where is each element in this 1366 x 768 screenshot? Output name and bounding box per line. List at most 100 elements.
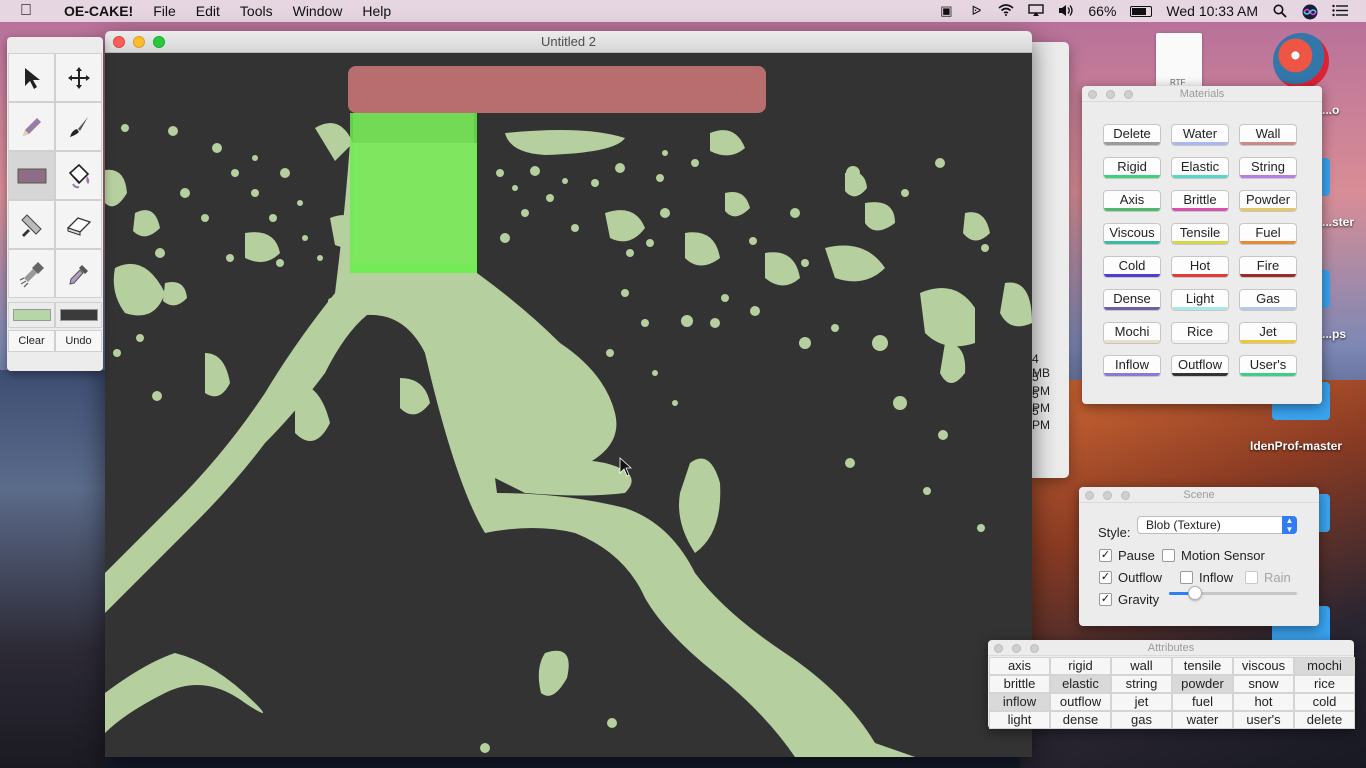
desktop-icon-label[interactable]: ...ps <box>1322 327 1346 341</box>
menu-tools[interactable]: Tools <box>230 3 283 19</box>
material-button-gas[interactable]: Gas <box>1239 289 1297 311</box>
attribute-toggle-gas[interactable]: gas <box>1111 711 1172 729</box>
apple-icon[interactable]:  <box>20 2 42 20</box>
attribute-toggle-rice[interactable]: rice <box>1294 675 1355 693</box>
battery-icon[interactable] <box>1130 5 1153 17</box>
attribute-toggle-rigid[interactable]: rigid <box>1050 657 1111 675</box>
rectangle-tool-button[interactable] <box>8 151 55 200</box>
material-button-dense[interactable]: Dense <box>1103 289 1161 311</box>
panel-zoom-button[interactable] <box>1030 644 1039 653</box>
material-button-viscous[interactable]: Viscous <box>1103 223 1161 245</box>
notification-center-icon[interactable] <box>1332 4 1348 18</box>
material-button-mochi[interactable]: Mochi <box>1103 322 1161 344</box>
cube-icon[interactable]: ▣ <box>938 4 954 18</box>
style-select[interactable]: Blob (Texture) ▲ ▼ <box>1137 516 1297 534</box>
app-orb-icon[interactable] <box>1273 33 1329 89</box>
clear-button[interactable]: Clear <box>8 330 55 352</box>
volume-icon[interactable] <box>1058 4 1074 18</box>
attribute-toggle-brittle[interactable]: brittle <box>989 675 1050 693</box>
search-icon[interactable] <box>1272 4 1288 18</box>
materials-panel-titlebar[interactable]: Materials <box>1082 86 1322 102</box>
close-button[interactable] <box>113 36 125 48</box>
panel-minimize-button[interactable] <box>1103 491 1112 500</box>
outflow-checkbox[interactable]: ✓ Outflow <box>1099 570 1162 585</box>
pencil-tool-button[interactable] <box>8 102 55 151</box>
material-button-users[interactable]: User's <box>1239 355 1297 377</box>
material-button-rigid[interactable]: Rigid <box>1103 157 1161 179</box>
material-button-fire[interactable]: Fire <box>1239 256 1297 278</box>
material-button-brittle[interactable]: Brittle <box>1171 190 1229 212</box>
attribute-toggle-powder[interactable]: powder <box>1172 675 1233 693</box>
attribute-toggle-dense[interactable]: dense <box>1050 711 1111 729</box>
material-button-wall[interactable]: Wall <box>1239 124 1297 146</box>
material-button-elastic[interactable]: Elastic <box>1171 157 1229 179</box>
eraser-tool-button[interactable] <box>55 200 102 249</box>
desktop-icon-label[interactable]: ...ster <box>1322 215 1354 229</box>
material-button-light[interactable]: Light <box>1171 289 1229 311</box>
material-button-string[interactable]: String <box>1239 157 1297 179</box>
wifi-icon[interactable] <box>998 4 1014 18</box>
attribute-toggle-elastic[interactable]: elastic <box>1050 675 1111 693</box>
attribute-toggle-water[interactable]: water <box>1172 711 1233 729</box>
menubar-clock[interactable]: Wed 10:33 AM <box>1166 3 1258 19</box>
panel-zoom-button[interactable] <box>1121 491 1130 500</box>
material-button-axis[interactable]: Axis <box>1103 190 1161 212</box>
material-button-fuel[interactable]: Fuel <box>1239 223 1297 245</box>
bluetooth-icon[interactable]: ᐉ <box>968 4 984 18</box>
secondary-color-well[interactable] <box>55 302 102 328</box>
brush-tool-button[interactable] <box>55 102 102 151</box>
zoom-button[interactable] <box>153 36 165 48</box>
menu-edit[interactable]: Edit <box>186 3 230 19</box>
attribute-toggle-cold[interactable]: cold <box>1294 693 1355 711</box>
desktop-icon-label[interactable]: IdenProf-master <box>1250 439 1342 453</box>
airplay-icon[interactable] <box>1028 4 1045 18</box>
fill-tool-button[interactable] <box>55 151 102 200</box>
gravity-slider-knob[interactable] <box>1187 586 1202 600</box>
material-button-rice[interactable]: Rice <box>1171 322 1229 344</box>
panel-close-button[interactable] <box>1085 491 1094 500</box>
menu-file[interactable]: File <box>143 3 186 19</box>
material-button-inflow[interactable]: Inflow <box>1103 355 1161 377</box>
attribute-toggle-users[interactable]: user's <box>1233 711 1294 729</box>
material-button-hot[interactable]: Hot <box>1171 256 1229 278</box>
menu-window[interactable]: Window <box>283 3 353 19</box>
inflow-checkbox[interactable]: Inflow <box>1180 570 1233 585</box>
knife-tool-button[interactable] <box>8 200 55 249</box>
gravity-slider[interactable] <box>1169 586 1297 600</box>
attribute-toggle-light[interactable]: light <box>989 711 1050 729</box>
minimize-button[interactable] <box>133 36 145 48</box>
panel-close-button[interactable] <box>1088 90 1097 99</box>
material-button-water[interactable]: Water <box>1171 124 1229 146</box>
attributes-panel-titlebar[interactable]: Attributes <box>988 640 1354 656</box>
attribute-toggle-hot[interactable]: hot <box>1233 693 1294 711</box>
menu-app-name[interactable]: OE-CAKE! <box>54 3 143 19</box>
attribute-toggle-fuel[interactable]: fuel <box>1172 693 1233 711</box>
attribute-toggle-tensile[interactable]: tensile <box>1172 657 1233 675</box>
attribute-toggle-jet[interactable]: jet <box>1111 693 1172 711</box>
scene-panel-titlebar[interactable]: Scene <box>1079 487 1319 503</box>
attribute-toggle-wall[interactable]: wall <box>1111 657 1172 675</box>
material-button-jet[interactable]: Jet <box>1239 322 1297 344</box>
attribute-toggle-string[interactable]: string <box>1111 675 1172 693</box>
material-button-outflow[interactable]: Outflow <box>1171 355 1229 377</box>
panel-minimize-button[interactable] <box>1012 644 1021 653</box>
attribute-toggle-delete[interactable]: delete <box>1294 711 1355 729</box>
attribute-toggle-snow[interactable]: snow <box>1233 675 1294 693</box>
panel-minimize-button[interactable] <box>1106 90 1115 99</box>
background-finder-window[interactable]: 4 MB 5 PM 5 PM 5 PM <box>1032 42 1069 478</box>
dropper-tool-button[interactable] <box>55 249 102 298</box>
desktop-icon-label[interactable]: ...o <box>1322 103 1339 117</box>
pause-checkbox[interactable]: ✓ Pause <box>1099 548 1155 563</box>
material-button-tensile[interactable]: Tensile <box>1171 223 1229 245</box>
panel-zoom-button[interactable] <box>1124 90 1133 99</box>
window-titlebar[interactable]: Untitled 2 <box>105 31 1032 53</box>
material-button-powder[interactable]: Powder <box>1239 190 1297 212</box>
menu-help[interactable]: Help <box>352 3 401 19</box>
pointer-tool-button[interactable] <box>8 53 55 102</box>
siri-icon[interactable] <box>1302 4 1318 20</box>
motion-sensor-checkbox[interactable]: Motion Sensor <box>1162 548 1265 563</box>
attribute-toggle-outflow[interactable]: outflow <box>1050 693 1111 711</box>
undo-button[interactable]: Undo <box>55 330 102 352</box>
move-tool-button[interactable] <box>55 53 102 102</box>
attribute-toggle-axis[interactable]: axis <box>989 657 1050 675</box>
